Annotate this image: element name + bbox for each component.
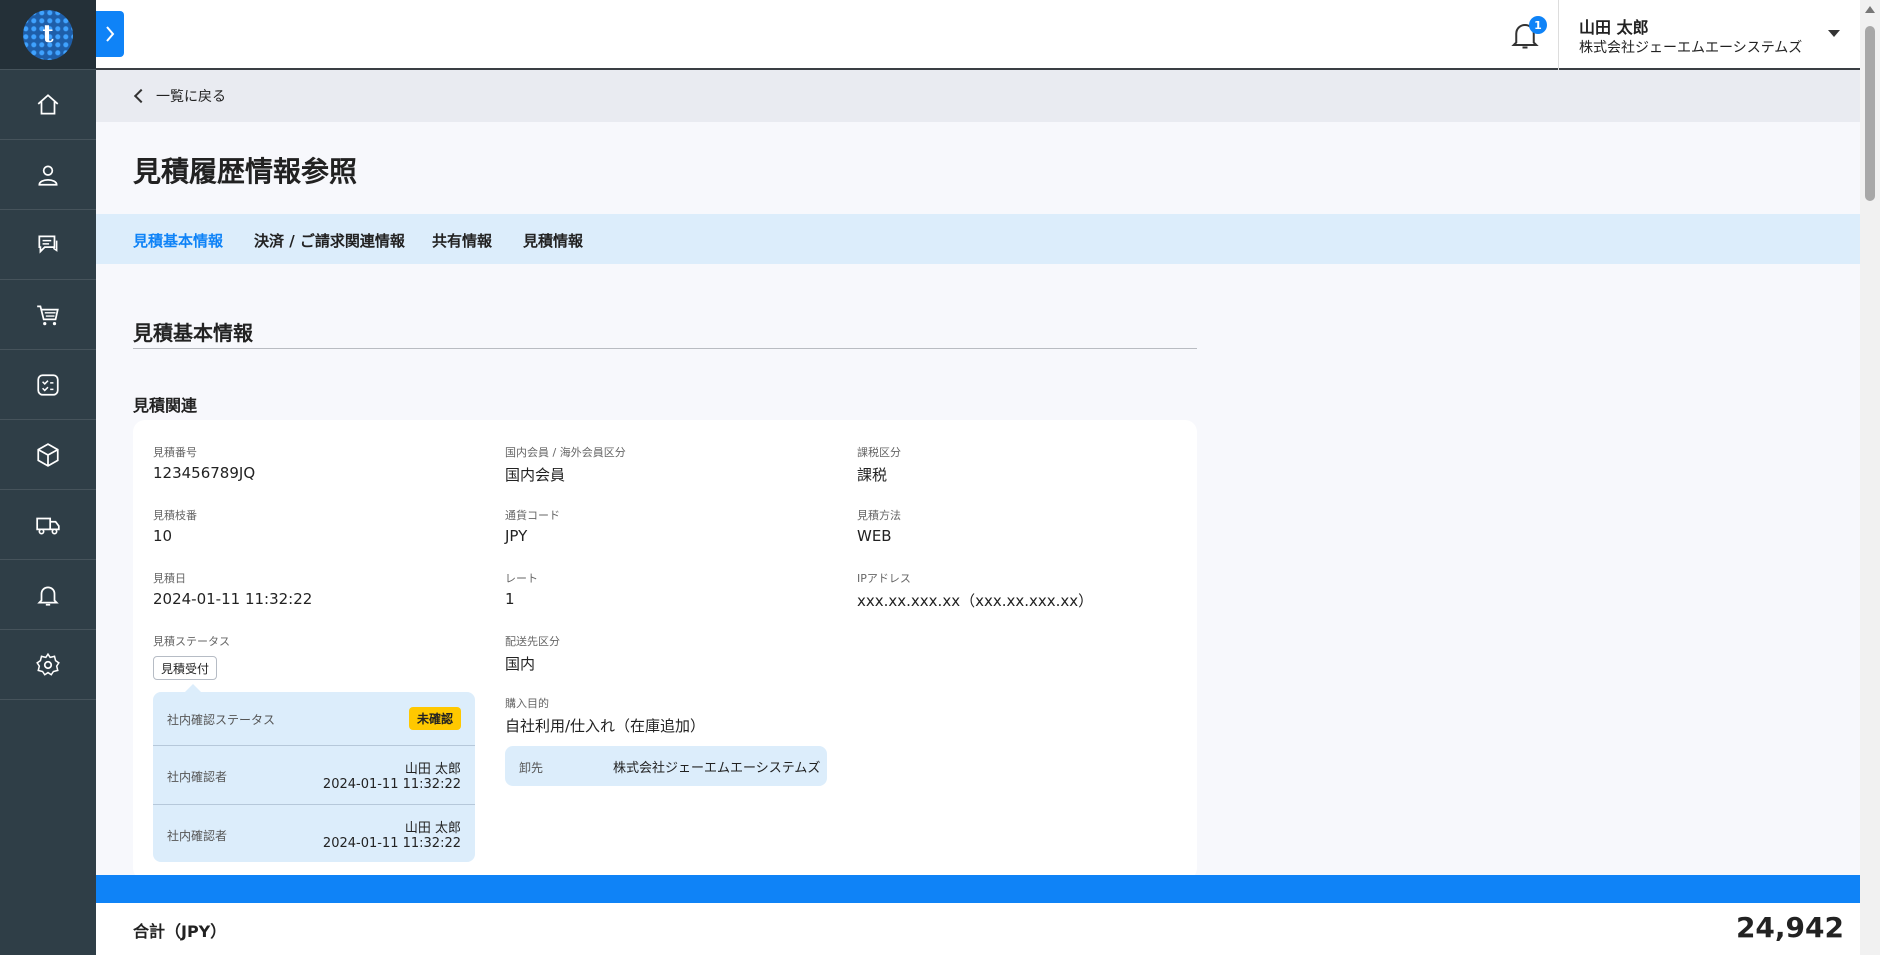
sidebar-item-notifications[interactable] (0, 560, 96, 630)
internal-confirmation-panel: 社内確認ステータス 未確認 社内確認者 山田 太郎 2024-01-11 11:… (153, 684, 475, 862)
section-divider (133, 348, 1197, 349)
chat-icon (38, 234, 58, 254)
internal-confirmer-row: 社内確認者 山田 太郎 2024-01-11 11:32:22 (153, 805, 475, 862)
tab-quote-basic-info[interactable]: 見積基本情報 (133, 230, 223, 251)
sidebar-item-tasks[interactable] (0, 350, 96, 420)
tab-bar: 見積基本情報 決済 / ご請求関連情報 共有情報 見積情報 (96, 214, 1860, 264)
user-icon (38, 164, 58, 186)
user-company: 株式会社ジェーエムエーシステムズ (1579, 40, 1803, 56)
page-title: 見積履歴情報参照 (133, 155, 358, 188)
ip-address-value: xxx.xx.xxx.xx（xxx.xx.xxx.xx） (857, 592, 1094, 610)
quote-date-value: 2024-01-11 11:32:22 (153, 590, 313, 608)
confirmer-name: 山田 太郎 (404, 762, 461, 777)
purchase-purpose-label: 購入目的 (505, 697, 549, 710)
internal-confirmer-row: 社内確認者 山田 太郎 2024-01-11 11:32:22 (153, 746, 475, 805)
quote-branch-value: 10 (153, 527, 173, 545)
member-type-label: 国内会員 / 海外会員区分 (505, 446, 626, 459)
chevron-right-icon (106, 26, 115, 42)
page-scrollbar[interactable] (1860, 0, 1880, 955)
truck-icon (36, 517, 60, 534)
currency-code-value: JPY (505, 527, 528, 545)
tab-shared-info[interactable]: 共有情報 (432, 230, 492, 251)
confirmer-date: 2024-01-11 11:32:22 (322, 836, 461, 851)
sidebar-item-delivery[interactable] (0, 490, 96, 560)
cart-icon (37, 304, 59, 325)
caret-down-icon[interactable] (1828, 30, 1840, 37)
home-icon (37, 93, 59, 115)
confirmer-label: 社内確認者 (167, 770, 228, 784)
sidebar-item-cart[interactable] (0, 280, 96, 350)
rate-label: レート (505, 572, 538, 585)
footer-accent-bar (96, 875, 1860, 903)
rate-value: 1 (505, 590, 515, 608)
member-type-value: 国内会員 (505, 466, 566, 484)
package-icon (37, 442, 59, 467)
wholesale-value: 株式会社ジェーエムエーシステムズ (613, 761, 821, 776)
app-logo[interactable]: t (0, 0, 96, 70)
internal-status-row: 社内確認ステータス 未確認 (153, 692, 475, 746)
top-bar: 1 山田 太郎 株式会社ジェーエムエーシステムズ (96, 0, 1860, 70)
scroll-up-icon[interactable] (1865, 6, 1875, 13)
unconfirmed-badge: 未確認 (408, 707, 461, 730)
back-bar: 一覧に戻る (96, 70, 1860, 122)
bell-icon (37, 586, 59, 606)
sidebar-item-home[interactable] (0, 70, 96, 140)
purchase-purpose-value: 自社利用/仕入れ（在庫追加） (505, 717, 706, 735)
user-menu[interactable]: 山田 太郎 株式会社ジェーエムエーシステムズ (1558, 0, 1860, 70)
quote-status-badge: 見積受付 (153, 656, 218, 680)
internal-status-label: 社内確認ステータス (167, 713, 276, 727)
subsection-title: 見積関連 (133, 396, 198, 415)
wholesale-panel: 卸先 株式会社ジェーエムエーシステムズ (505, 746, 827, 786)
quote-branch-label: 見積枝番 (153, 509, 197, 522)
user-name: 山田 太郎 (1579, 18, 1649, 37)
delivery-type-value: 国内 (505, 655, 536, 673)
ip-address-label: IPアドレス (857, 572, 911, 585)
confirmer-date: 2024-01-11 11:32:22 (322, 777, 461, 792)
back-link-label: 一覧に戻る (156, 89, 226, 105)
quote-details-card: 見積番号 123456789JQ 見積枝番 10 見積日 2024-01-11 … (133, 420, 1197, 880)
total-amount: 24,942 (1735, 911, 1844, 944)
confirmer-name: 山田 太郎 (404, 821, 461, 836)
quote-method-value: WEB (857, 527, 892, 545)
tax-type-value: 課税 (857, 466, 888, 484)
notification-count-badge: 1 (1529, 16, 1547, 34)
tab-payment-billing[interactable]: 決済 / ご請求関連情報 (254, 230, 405, 251)
quote-date-label: 見積日 (153, 572, 186, 585)
sidebar-item-user[interactable] (0, 140, 96, 210)
tax-type-label: 課税区分 (857, 446, 901, 459)
checklist-icon (37, 373, 59, 396)
total-label: 合計（JPY） (133, 922, 227, 941)
section-title: 見積基本情報 (133, 321, 253, 345)
sidebar-toggle-button[interactable] (96, 11, 124, 57)
sidebar-item-products[interactable] (0, 420, 96, 490)
sidebar-item-settings[interactable] (0, 630, 96, 700)
wholesale-label: 卸先 (519, 761, 544, 775)
quote-method-label: 見積方法 (857, 509, 901, 522)
quote-status-label: 見積ステータス (153, 635, 230, 648)
confirmer-label: 社内確認者 (167, 829, 228, 843)
quote-number-label: 見積番号 (153, 446, 197, 459)
currency-code-label: 通貨コード (505, 509, 560, 522)
logo-globe-icon: t (23, 9, 73, 60)
chevron-left-icon (133, 88, 149, 104)
sidebar: t (0, 0, 96, 955)
gear-icon (36, 652, 60, 676)
total-footer: 合計（JPY） 24,942 (96, 903, 1860, 955)
tab-quote-info[interactable]: 見積情報 (523, 230, 583, 251)
sidebar-item-messages[interactable] (0, 210, 96, 280)
delivery-type-label: 配送先区分 (505, 635, 560, 648)
quote-number-value: 123456789JQ (153, 464, 256, 482)
back-to-list-link[interactable]: 一覧に戻る (133, 86, 226, 106)
scrollbar-thumb[interactable] (1865, 26, 1875, 201)
